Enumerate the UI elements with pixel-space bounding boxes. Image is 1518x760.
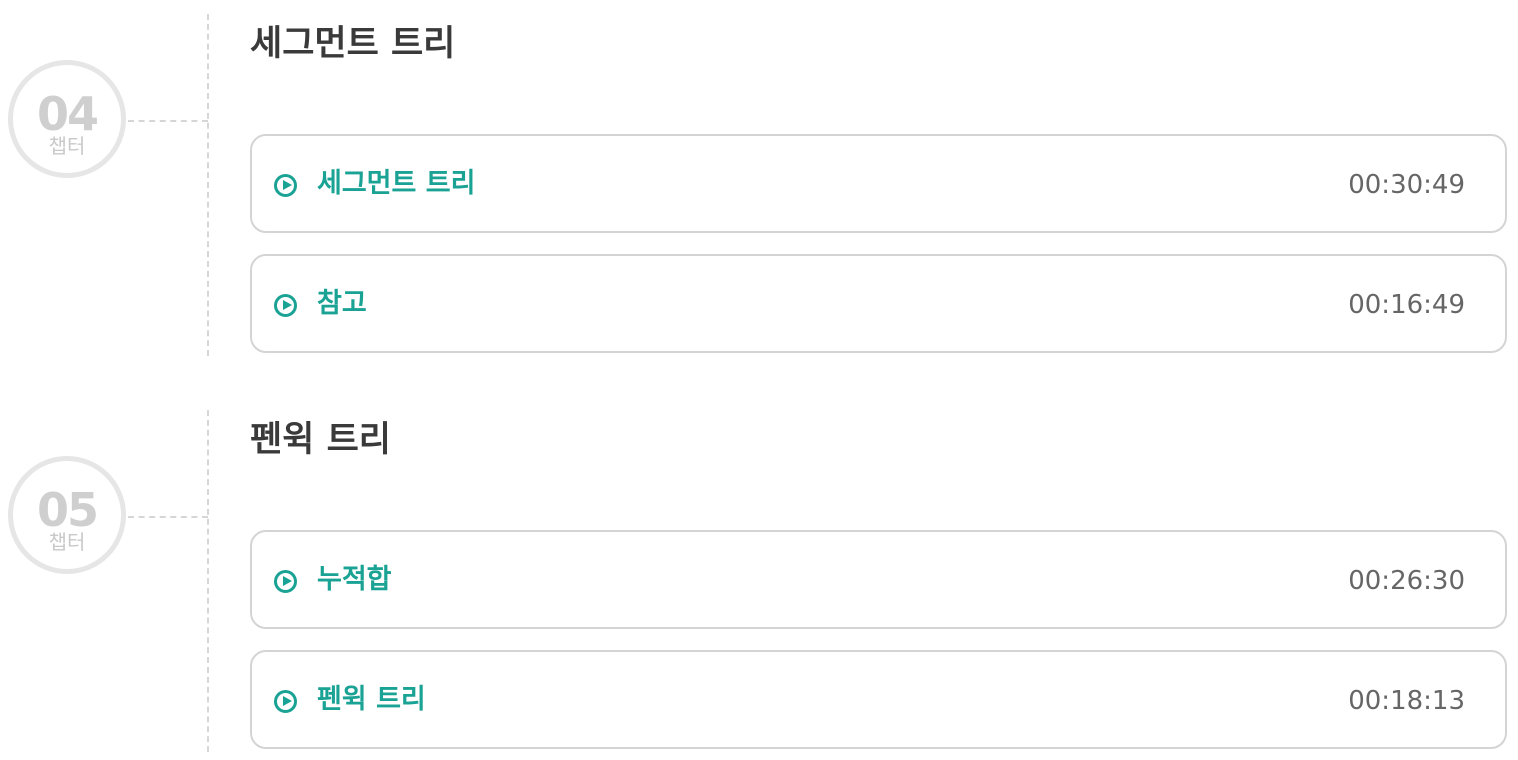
chapter-title: 세그먼트 트리: [250, 24, 456, 64]
lesson-title[interactable]: 누적합: [317, 562, 392, 598]
play-circle-icon[interactable]: [274, 690, 297, 713]
chapter-badge: 05 챕터: [8, 456, 126, 574]
chapter-section: 04 챕터 세그먼트 트리 세그먼트 트리 00:30:49 참고 00:16:…: [0, 14, 1518, 356]
chapter-section: 05 챕터 펜윅 트리 누적합 00:26:30 펜윅 트리 00:18:13: [0, 410, 1518, 752]
lesson-title[interactable]: 참고: [317, 286, 367, 322]
timeline-line: [207, 410, 209, 752]
lesson-item[interactable]: 세그먼트 트리 00:30:49: [250, 134, 1507, 233]
lesson-item[interactable]: 참고 00:16:49: [250, 254, 1507, 353]
connector-line: [128, 516, 208, 518]
timeline-line: [207, 14, 209, 356]
lesson-item[interactable]: 누적합 00:26:30: [250, 530, 1507, 629]
play-circle-icon[interactable]: [274, 294, 297, 317]
lesson-item[interactable]: 펜윅 트리 00:18:13: [250, 650, 1507, 749]
chapter-badge: 04 챕터: [8, 60, 126, 178]
chapter-number: 05: [36, 483, 99, 537]
chapter-label: 챕터: [48, 530, 86, 554]
chapter-number: 04: [36, 87, 99, 141]
lesson-title[interactable]: 펜윅 트리: [317, 682, 426, 718]
play-circle-icon[interactable]: [274, 174, 297, 197]
chapter-label: 챕터: [48, 134, 86, 158]
lesson-duration: 00:18:13: [1348, 686, 1465, 716]
lesson-duration: 00:26:30: [1348, 566, 1465, 596]
lesson-duration: 00:30:49: [1348, 170, 1465, 200]
lesson-title[interactable]: 세그먼트 트리: [317, 166, 475, 202]
connector-line: [128, 120, 208, 122]
chapter-title: 펜윅 트리: [250, 420, 391, 460]
play-circle-icon[interactable]: [274, 570, 297, 593]
lesson-duration: 00:16:49: [1348, 290, 1465, 320]
